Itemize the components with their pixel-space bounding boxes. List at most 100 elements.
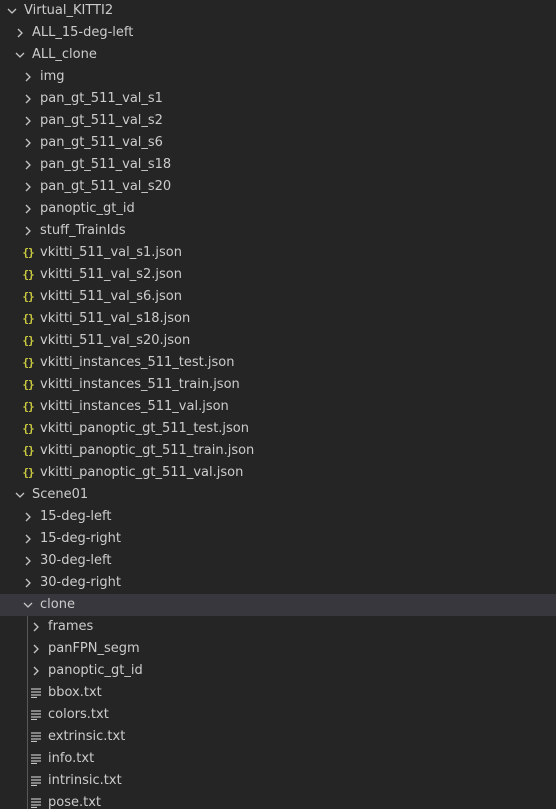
tree-item-30-deg-right[interactable]: 30-deg-right	[0, 572, 556, 594]
chevron-right-icon[interactable]	[20, 132, 36, 154]
tree-item-panfpn-segm[interactable]: panFPN_segm	[0, 638, 556, 660]
chevron-right-icon[interactable]	[20, 220, 36, 242]
tree-item-label: panoptic_gt_id	[48, 663, 143, 678]
chevron-right-icon[interactable]	[28, 638, 44, 660]
text-file-icon	[28, 770, 44, 792]
chevron-down-icon[interactable]	[20, 594, 36, 616]
tree-item-label: vkitti_panoptic_gt_511_train.json	[40, 443, 255, 458]
tree-item-label: vkitti_panoptic_gt_511_test.json	[40, 421, 249, 436]
tree-item-label: vkitti_panoptic_gt_511_val.json	[40, 465, 244, 480]
tree-item-vkitti-panoptic-gt-511-val-json[interactable]: {} vkitti_panoptic_gt_511_val.json	[0, 462, 556, 484]
chevron-right-icon[interactable]	[12, 22, 28, 44]
chevron-right-icon[interactable]	[20, 66, 36, 88]
chevron-right-icon[interactable]	[20, 550, 36, 572]
tree-item-all-15-deg-left[interactable]: ALL_15-deg-left	[0, 22, 556, 44]
tree-item-label: extrinsic.txt	[48, 729, 126, 744]
json-file-icon: {}	[22, 246, 34, 259]
tree-item-colors-txt[interactable]: colors.txt	[0, 704, 556, 726]
tree-item-15-deg-left[interactable]: 15-deg-left	[0, 506, 556, 528]
json-file-icon: {}	[22, 378, 34, 391]
tree-item-label: img	[40, 69, 65, 84]
chevron-down-icon[interactable]	[12, 44, 28, 66]
tree-item-pan-gt-511-val-s18[interactable]: pan_gt_511_val_s18	[0, 154, 556, 176]
tree-item-label: vkitti_511_val_s2.json	[40, 267, 182, 282]
tree-item-label: 15-deg-right	[40, 531, 121, 546]
tree-item-label: colors.txt	[48, 707, 109, 722]
tree-item-label: vkitti_511_val_s1.json	[40, 245, 182, 260]
tree-item-label: vkitti_511_val_s6.json	[40, 289, 182, 304]
tree-item-img[interactable]: img	[0, 66, 556, 88]
chevron-right-icon[interactable]	[20, 176, 36, 198]
tree-item-vkitti-panoptic-gt-511-test-json[interactable]: {} vkitti_panoptic_gt_511_test.json	[0, 418, 556, 440]
tree-item-bbox-txt[interactable]: bbox.txt	[0, 682, 556, 704]
tree-item-vkitti-511-val-s18-json[interactable]: {} vkitti_511_val_s18.json	[0, 308, 556, 330]
tree-item-clone[interactable]: clone	[0, 594, 556, 616]
tree-item-label: intrinsic.txt	[48, 773, 122, 788]
tree-item-label: pan_gt_511_val_s2	[40, 113, 163, 128]
tree-item-extrinsic-txt[interactable]: extrinsic.txt	[0, 726, 556, 748]
tree-item-pan-gt-511-val-s20[interactable]: pan_gt_511_val_s20	[0, 176, 556, 198]
tree-item-label: 15-deg-left	[40, 509, 112, 524]
chevron-right-icon[interactable]	[20, 528, 36, 550]
file-explorer-tree: Virtual_KITTI2 ALL_15-deg-left ALL_cloneim…	[0, 0, 556, 809]
tree-item-pan-gt-511-val-s6[interactable]: pan_gt_511_val_s6	[0, 132, 556, 154]
text-file-icon	[28, 726, 44, 748]
chevron-right-icon[interactable]	[20, 154, 36, 176]
tree-item-virtual-kitti2[interactable]: Virtual_KITTI2	[0, 0, 556, 22]
tree-item-label: pan_gt_511_val_s6	[40, 135, 163, 150]
json-file-icon: {}	[22, 268, 34, 281]
tree-item-label: stuff_TrainIds	[40, 223, 126, 238]
indent-guide	[27, 616, 28, 809]
json-file-icon: {}	[22, 356, 34, 369]
tree-item-15-deg-right[interactable]: 15-deg-right	[0, 528, 556, 550]
tree-item-panoptic-gt-id[interactable]: panoptic_gt_id	[0, 660, 556, 682]
tree-item-label: ALL_clone	[32, 47, 97, 62]
tree-item-vkitti-511-val-s20-json[interactable]: {} vkitti_511_val_s20.json	[0, 330, 556, 352]
text-file-icon	[28, 748, 44, 770]
chevron-down-icon[interactable]	[4, 0, 20, 22]
tree-item-label: frames	[48, 619, 94, 634]
chevron-right-icon[interactable]	[20, 572, 36, 594]
tree-item-vkitti-instances-511-val-json[interactable]: {} vkitti_instances_511_val.json	[0, 396, 556, 418]
tree-item-vkitti-511-val-s1-json[interactable]: {} vkitti_511_val_s1.json	[0, 242, 556, 264]
text-file-icon	[28, 704, 44, 726]
tree-item-label: 30-deg-left	[40, 553, 112, 568]
tree-item-label: vkitti_511_val_s20.json	[40, 333, 191, 348]
json-file-icon: {}	[22, 400, 34, 413]
tree-item-intrinsic-txt[interactable]: intrinsic.txt	[0, 770, 556, 792]
tree-item-label: clone	[40, 597, 75, 612]
tree-item-frames[interactable]: frames	[0, 616, 556, 638]
tree-item-info-txt[interactable]: info.txt	[0, 748, 556, 770]
tree-item-vkitti-511-val-s6-json[interactable]: {} vkitti_511_val_s6.json	[0, 286, 556, 308]
tree-item-vkitti-instances-511-test-json[interactable]: {} vkitti_instances_511_test.json	[0, 352, 556, 374]
tree-item-pose-txt[interactable]: pose.txt	[0, 792, 556, 809]
tree-item-label: 30-deg-right	[40, 575, 121, 590]
chevron-right-icon[interactable]	[20, 88, 36, 110]
chevron-right-icon[interactable]	[28, 660, 44, 682]
tree-item-scene01[interactable]: Scene01	[0, 484, 556, 506]
tree-item-pan-gt-511-val-s2[interactable]: pan_gt_511_val_s2	[0, 110, 556, 132]
json-file-icon: {}	[22, 444, 34, 457]
tree-item-label: panoptic_gt_id	[40, 201, 135, 216]
tree-item-vkitti-instances-511-train-json[interactable]: {} vkitti_instances_511_train.json	[0, 374, 556, 396]
tree-item-stuff-trainids[interactable]: stuff_TrainIds	[0, 220, 556, 242]
tree-item-label: pan_gt_511_val_s20	[40, 179, 172, 194]
tree-item-pan-gt-511-val-s1[interactable]: pan_gt_511_val_s1	[0, 88, 556, 110]
chevron-right-icon[interactable]	[20, 506, 36, 528]
tree-item-panoptic-gt-id[interactable]: panoptic_gt_id	[0, 198, 556, 220]
tree-item-label: panFPN_segm	[48, 641, 140, 656]
tree-item-label: vkitti_instances_511_test.json	[40, 355, 235, 370]
chevron-down-icon[interactable]	[12, 484, 28, 506]
tree-item-label: vkitti_instances_511_train.json	[40, 377, 240, 392]
tree-item-vkitti-511-val-s2-json[interactable]: {} vkitti_511_val_s2.json	[0, 264, 556, 286]
tree-item-all-clone[interactable]: ALL_clone	[0, 44, 556, 66]
json-file-icon: {}	[22, 466, 34, 479]
tree-item-label: vkitti_511_val_s18.json	[40, 311, 191, 326]
chevron-right-icon[interactable]	[20, 110, 36, 132]
tree-item-label: pan_gt_511_val_s18	[40, 157, 172, 172]
tree-item-vkitti-panoptic-gt-511-train-json[interactable]: {} vkitti_panoptic_gt_511_train.json	[0, 440, 556, 462]
tree-item-label: vkitti_instances_511_val.json	[40, 399, 229, 414]
tree-item-30-deg-left[interactable]: 30-deg-left	[0, 550, 556, 572]
chevron-right-icon[interactable]	[28, 616, 44, 638]
chevron-right-icon[interactable]	[20, 198, 36, 220]
